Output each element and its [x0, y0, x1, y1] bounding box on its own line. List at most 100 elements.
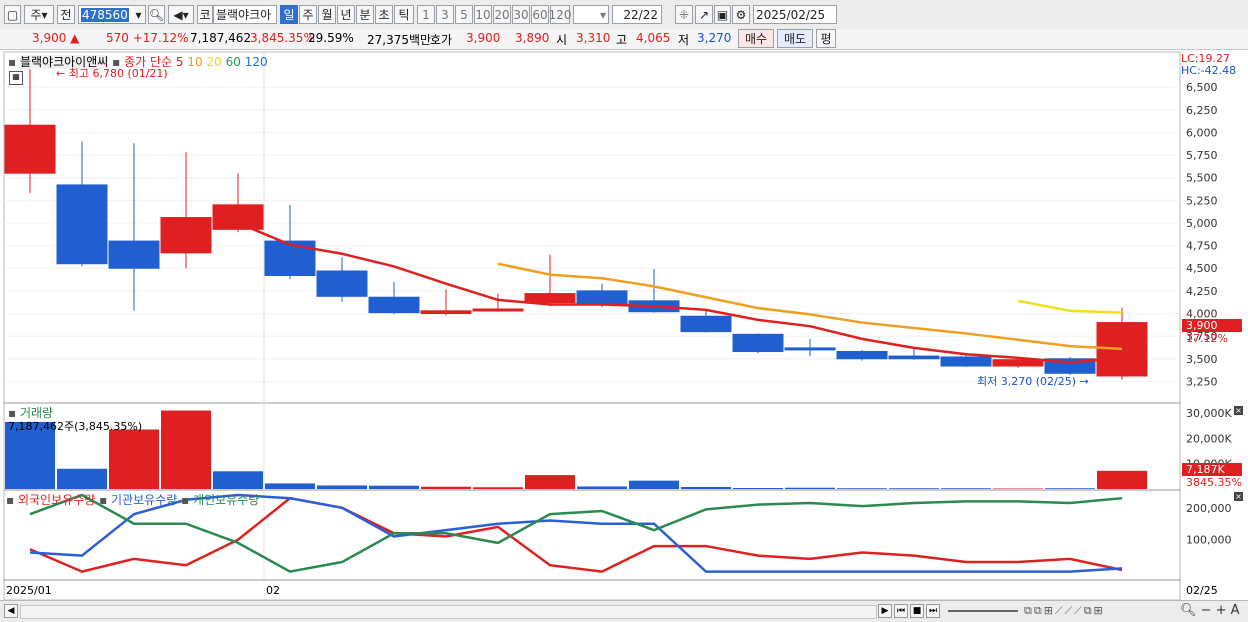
period-tick-button[interactable]: 틱 [394, 5, 414, 24]
volume-bar [785, 487, 835, 489]
save-icon[interactable]: ▣ [714, 5, 731, 24]
high-note-text: 최고 6,780 (01/21) [68, 67, 168, 80]
current-change-tag: 17.12% [1186, 332, 1228, 345]
period-second-button[interactable]: 초 [375, 5, 393, 24]
minute-3-button[interactable]: 3 [436, 5, 454, 24]
legend-individual: 개인보유수량 [193, 493, 260, 507]
candle-body [472, 308, 524, 312]
x-label-end: 02/25 [1186, 584, 1218, 597]
scroll-first-icon[interactable]: ⏮ [894, 604, 908, 618]
hc-label: HC:-42.48 [1181, 64, 1237, 77]
stock-name-field: 블랙야크아 [213, 5, 277, 24]
market-select[interactable]: 주 ▾ [24, 5, 54, 24]
candle-body [108, 240, 160, 269]
volume-current-tag: 7,187K [1182, 463, 1242, 476]
candle-body [576, 290, 628, 305]
legend-ma120: 120 [244, 55, 268, 69]
bottom-scrollbar: ◀ ▶ ⏮ ■ ⏭ ⧉⧉⊞⟋⟋⟋⧉⊞ 🔍︎ − + A [0, 600, 1248, 622]
volume-value: 7,187,462 [190, 31, 252, 45]
draw-tool-icon[interactable]: ↗ [695, 5, 713, 24]
holdings-close-icon[interactable]: × [1234, 492, 1243, 501]
volume-bar [681, 486, 731, 489]
zoom-controls[interactable]: 🔍︎ − + A [1180, 603, 1240, 618]
minute-20-button[interactable]: 20 [493, 5, 511, 24]
turnover-percent: 29.59% [308, 31, 354, 45]
volume-bar [993, 488, 1043, 489]
stock-chart[interactable]: 3,2503,5003,7504,0004,2504,5004,7505,000… [0, 50, 1248, 600]
volume-bar [837, 488, 887, 489]
price-tick-label: 5,250 [1186, 194, 1218, 207]
price-tick-label: 6,500 [1186, 81, 1218, 94]
minute-5-button[interactable]: 5 [455, 5, 473, 24]
kr-button[interactable]: 코 [197, 5, 213, 24]
buy-button[interactable]: 매수 [738, 29, 774, 48]
quote-bar: 3,900 ▲ 570 +17.12% 7,187,462 3,845.35% … [0, 29, 1248, 50]
bid-label: 호가 [430, 33, 453, 47]
minute-1-button[interactable]: 1 [417, 5, 435, 24]
period-minute-button[interactable]: 분 [356, 5, 374, 24]
high-label: 고 [616, 33, 628, 47]
period-week-button[interactable]: 주 [299, 5, 317, 24]
open-price: 3,310 [576, 31, 611, 45]
minute-60-button[interactable]: 60 [531, 5, 549, 24]
code-dropdown-icon[interactable]: ▾ [132, 5, 146, 24]
period-day-button[interactable]: 일 [280, 5, 298, 24]
scroll-track[interactable] [20, 605, 877, 619]
window-menu-icon[interactable]: ▢ [4, 5, 21, 24]
price-change: 570 +17.12% [106, 31, 189, 45]
volume-bar [109, 429, 159, 489]
date-field[interactable]: 2025/02/25 [753, 5, 837, 24]
volume-bar [733, 487, 783, 489]
sell-button[interactable]: 매도 [777, 29, 813, 48]
top-toolbar: ▢ 주 ▾ 전 478560 ▾ 🔍︎ ◀▾ 코 블랙야크아 일 주 월 년 분 … [0, 0, 1248, 30]
volume-bar [889, 488, 939, 489]
scroll-right-icon[interactable]: ▶ [878, 604, 892, 618]
legend-marker: ▪ [8, 55, 17, 69]
volume-bar [1097, 470, 1147, 489]
minute-120-button[interactable]: 120 [549, 5, 571, 24]
price-tick-label: 4,250 [1186, 285, 1218, 298]
holdings-legend-marker-2: ▪ [99, 493, 108, 507]
holdings-legend-marker-3: ▪ [181, 493, 190, 507]
legend-foreign: 외국인보유수량 [17, 493, 96, 507]
price-tick-label: 3,250 [1186, 375, 1218, 388]
interval-select[interactable]: ▾ [573, 5, 609, 24]
chart-frame [3, 51, 1181, 600]
volume-close-icon[interactable]: × [1234, 406, 1243, 415]
volume-bar [369, 485, 419, 489]
search-icon[interactable]: 🔍︎ [148, 5, 165, 24]
minute-10-button[interactable]: 10 [474, 5, 492, 24]
period-month-button[interactable]: 월 [318, 5, 336, 24]
bid-price: 3,890 [515, 31, 550, 45]
volume-bar [525, 475, 575, 489]
scroll-left-icon[interactable]: ◀ [4, 604, 18, 618]
candle-body [264, 240, 316, 276]
minute-30-button[interactable]: 30 [512, 5, 530, 24]
market-label: 주 [30, 8, 42, 22]
gear-icon[interactable]: ⚙ [732, 5, 750, 24]
volume-bar [577, 486, 627, 489]
volume-bar [317, 485, 367, 489]
zoom-slider[interactable] [948, 610, 1018, 612]
stop-icon[interactable]: ■ [910, 604, 924, 618]
high-annotation: ← 최고 6,780 (01/21) [56, 67, 168, 80]
sound-icon[interactable]: ◀▾ [168, 5, 194, 24]
candle-body [56, 184, 108, 265]
price-tick-label: 6,250 [1186, 104, 1218, 117]
price-tick-label: 4,500 [1186, 262, 1218, 275]
page-counter[interactable]: 22/22 [612, 5, 662, 24]
volume-bar [1045, 488, 1095, 489]
low-price: 3,270 [697, 31, 732, 45]
price-tick-label: 5,750 [1186, 149, 1218, 162]
price-tick-label: 5,000 [1186, 217, 1218, 230]
table-view-icon[interactable]: ▦ [9, 71, 23, 85]
scroll-last-icon[interactable]: ⏭ [926, 604, 940, 618]
low-note-text: 최저 3,270 (02/25) [977, 375, 1077, 388]
candle-body [368, 296, 420, 314]
prev-button[interactable]: 전 [57, 5, 75, 24]
evaluate-button[interactable]: 평 [816, 29, 836, 48]
tool-icons[interactable]: ⧉⧉⊞⟋⟋⟋⧉⊞ [1024, 604, 1105, 618]
link-icon[interactable]: ⁜ [675, 5, 693, 24]
period-year-button[interactable]: 년 [337, 5, 355, 24]
low-label: 저 [678, 33, 690, 47]
